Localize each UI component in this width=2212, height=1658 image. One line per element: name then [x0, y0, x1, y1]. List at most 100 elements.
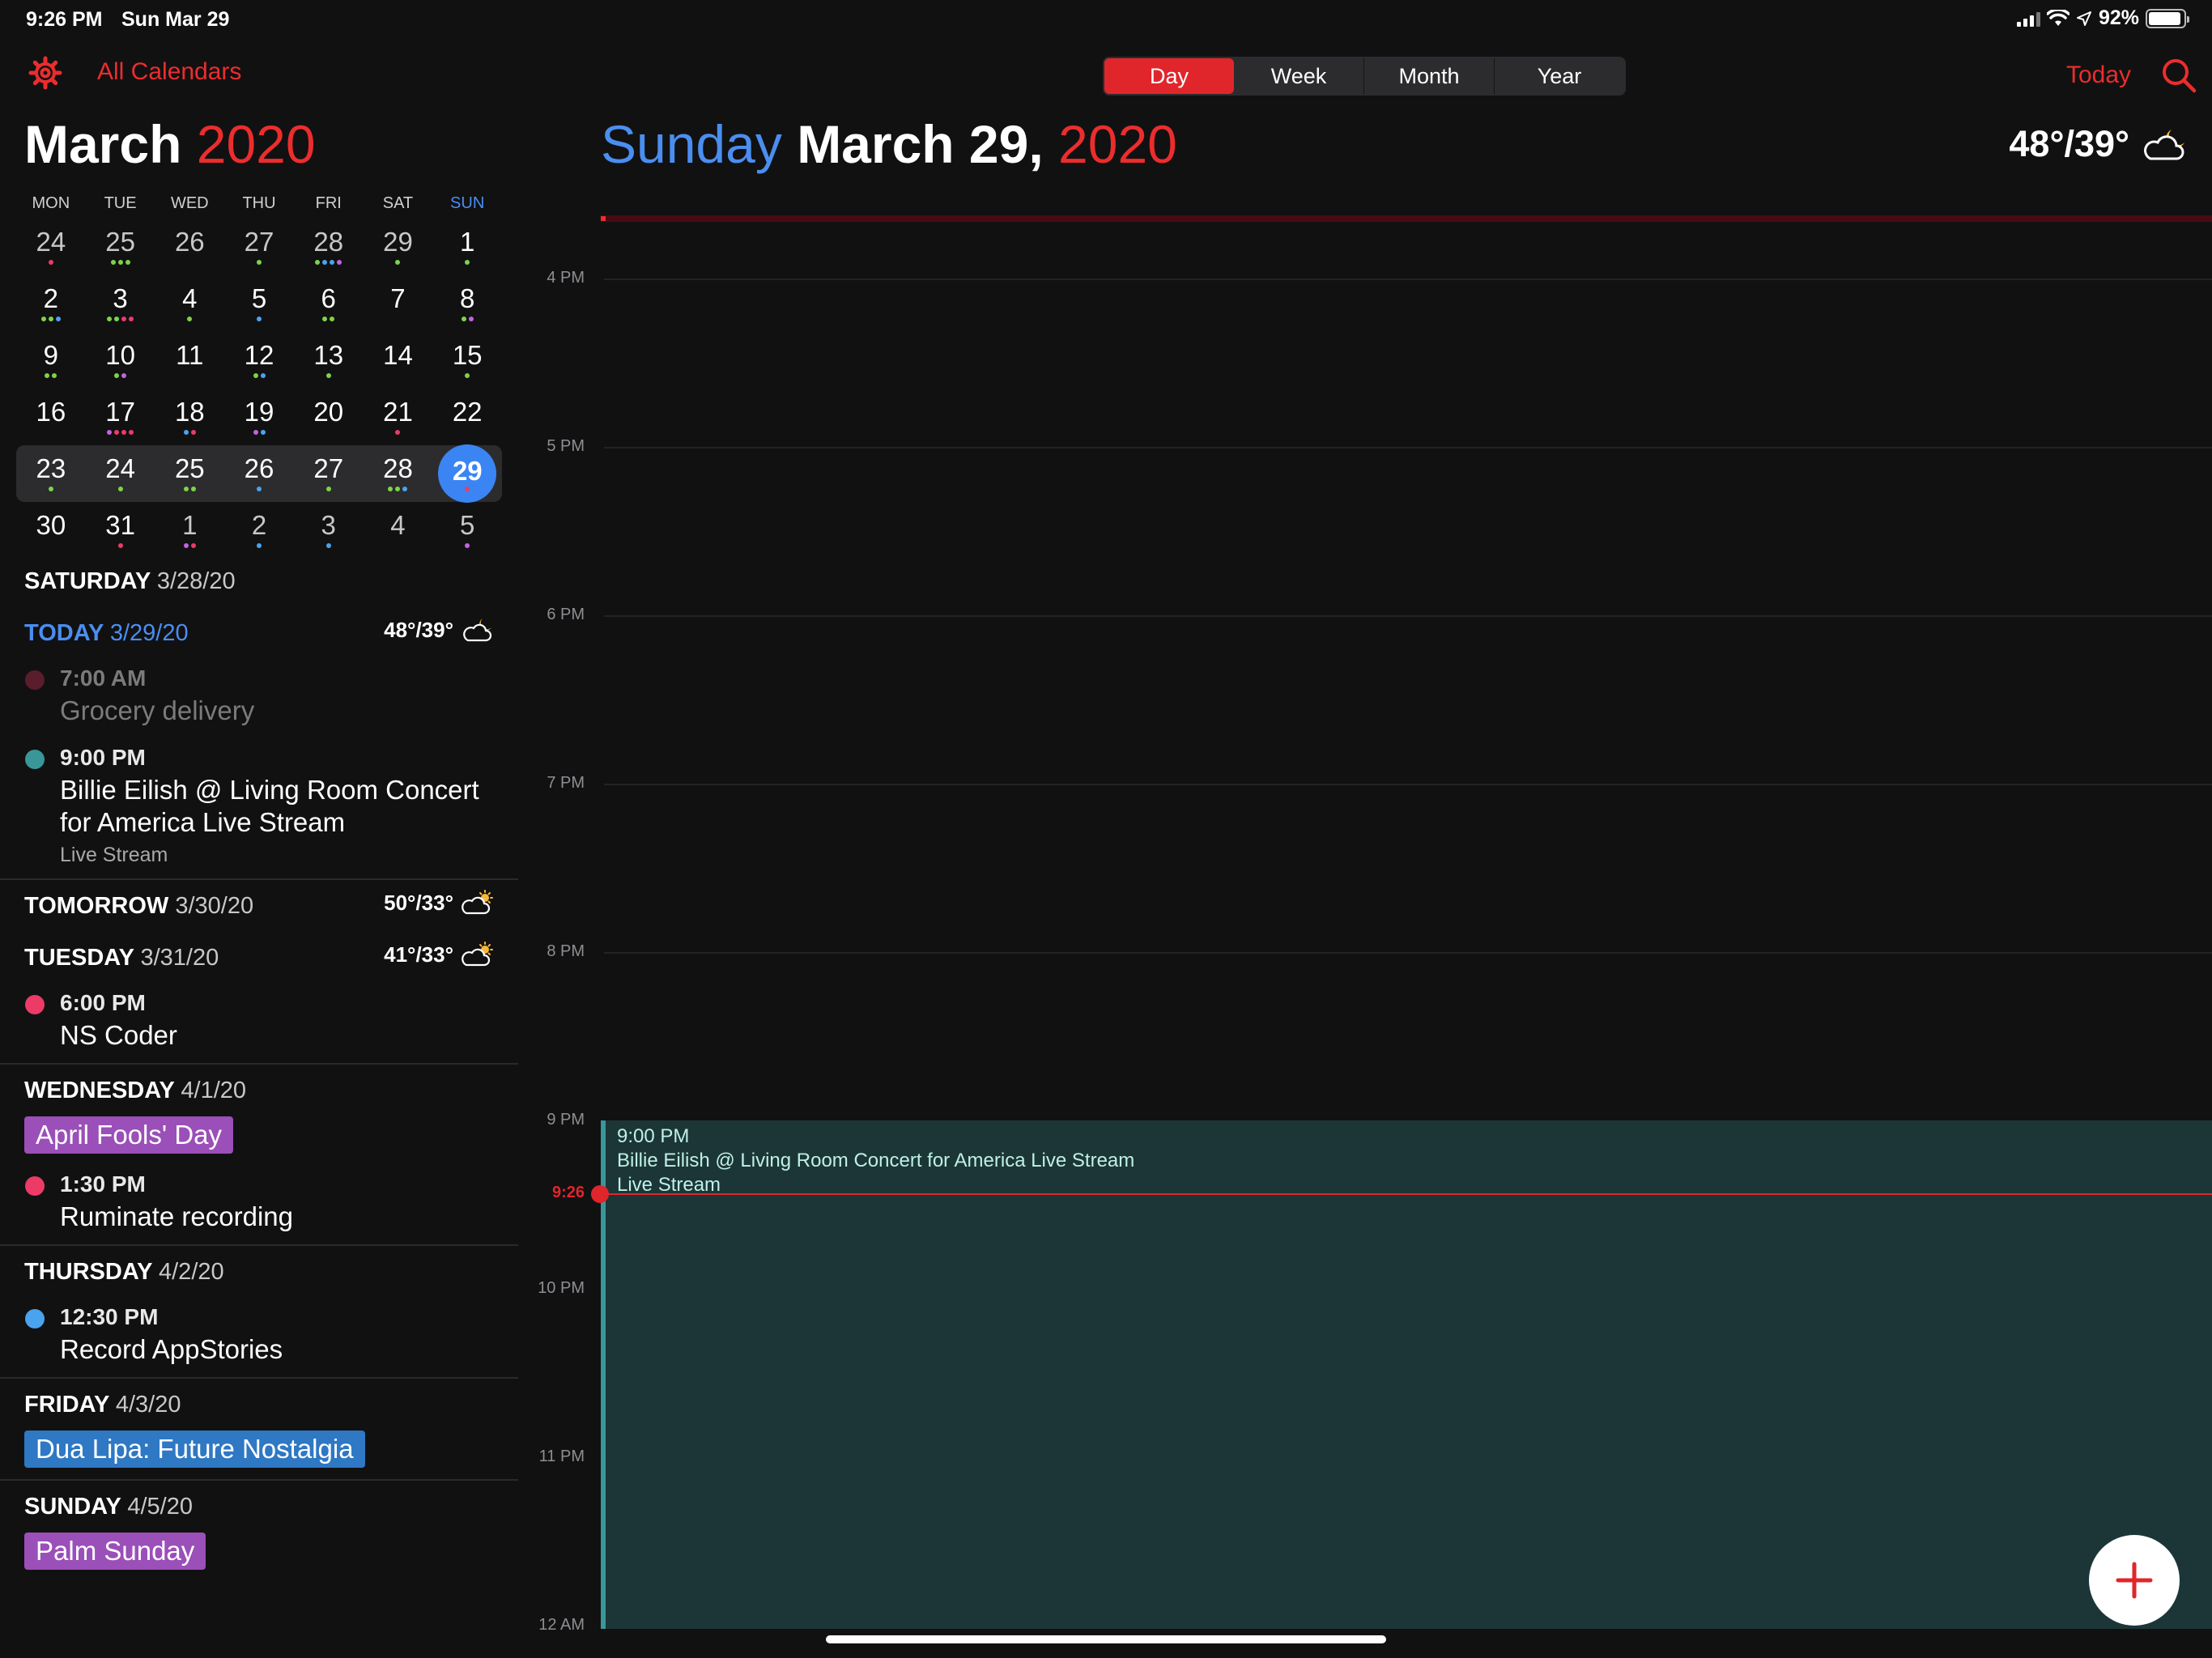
calendar-day[interactable]: 29	[364, 219, 433, 275]
calendar-day[interactable]: 24	[16, 219, 86, 275]
top-toolbar: All Calendars Day Week Month Year Today	[0, 49, 2212, 97]
calendar-day[interactable]: 27	[224, 219, 294, 275]
calendar-day[interactable]: 11	[155, 332, 224, 389]
add-event-button[interactable]	[2089, 1535, 2180, 1626]
event-dot	[121, 373, 127, 378]
event-dots	[86, 260, 155, 265]
calendar-day-number: 22	[452, 397, 483, 427]
hour-row: 5 PM	[518, 437, 2212, 455]
gear-icon[interactable]	[28, 55, 63, 91]
agenda-event[interactable]: 12:30 PM Record AppStories	[0, 1298, 518, 1377]
agenda-event-title: NS Coder	[60, 1020, 177, 1050]
calendar-day[interactable]: 13	[294, 332, 364, 389]
event-dots	[224, 317, 294, 321]
calendar-day-number: 11	[176, 340, 204, 370]
calendar-day-selected[interactable]: 29	[432, 444, 502, 503]
calendar-day[interactable]: 12	[224, 332, 294, 389]
calendar-color-dot	[25, 750, 45, 769]
calendar-day-number: 20	[313, 397, 344, 427]
calendar-day[interactable]: 5	[224, 275, 294, 332]
calendar-day[interactable]: 1	[432, 219, 502, 275]
calendar-day[interactable]: 27	[294, 445, 364, 502]
agenda-day-label: WEDNESDAY	[24, 1078, 175, 1103]
agenda-day-date: 4/1/20	[181, 1078, 247, 1103]
event-dot	[253, 373, 258, 378]
calendar-week-row: 16 17 18 19 20 21 22	[16, 389, 502, 445]
calendar-day[interactable]: 28	[364, 445, 433, 502]
calendar-day[interactable]: 14	[364, 332, 433, 389]
event-dots	[364, 260, 433, 265]
event-dot	[325, 373, 331, 378]
event-dots	[364, 430, 433, 435]
calendar-day[interactable]: 4	[155, 275, 224, 332]
battery-icon	[2146, 8, 2189, 28]
all-day-event[interactable]: Dua Lipa: Future Nostalgia	[24, 1431, 365, 1468]
all-day-event-strip[interactable]	[601, 215, 2212, 222]
agenda-day-name: TOMORROW 3/30/20	[24, 893, 253, 920]
agenda-day-date: 3/28/20	[156, 568, 236, 594]
tab-year[interactable]: Year	[1495, 58, 1624, 94]
calendar-day[interactable]: 18	[155, 389, 224, 445]
calendar-day[interactable]: 7	[364, 275, 433, 332]
calendar-day[interactable]: 20	[294, 389, 364, 445]
event-dot	[190, 543, 196, 548]
event-dot	[117, 543, 123, 548]
calendar-day-number: 3	[321, 510, 336, 540]
tab-week[interactable]: Week	[1234, 58, 1364, 94]
mini-calendar-title: March 2020	[24, 113, 316, 175]
event-dots	[86, 487, 155, 491]
calendar-day[interactable]: 19	[224, 389, 294, 445]
calendar-day[interactable]: 9	[16, 332, 86, 389]
calendar-day[interactable]: 22	[432, 389, 502, 445]
calendar-day[interactable]: 21	[364, 389, 433, 445]
calendar-day[interactable]: 16	[16, 389, 86, 445]
day-event-block[interactable]: 9:00 PM Billie Eilish @ Living Room Conc…	[601, 1120, 2212, 1629]
calendar-day-number: 8	[459, 283, 475, 313]
event-dot	[187, 317, 193, 321]
today-button[interactable]: Today	[2066, 62, 2131, 89]
event-dots	[16, 373, 86, 378]
tab-month[interactable]: Month	[1364, 58, 1495, 94]
calendar-day[interactable]: 8	[432, 275, 502, 332]
agenda-weather: 48°/39°	[384, 617, 494, 643]
agenda-event[interactable]: 6:00 PM NS Coder	[0, 984, 518, 1063]
calendar-day[interactable]: 30	[16, 502, 86, 559]
all-day-event[interactable]: April Fools' Day	[24, 1116, 234, 1154]
calendar-day[interactable]: 2	[16, 275, 86, 332]
calendar-day[interactable]: 10	[86, 332, 155, 389]
calendar-day[interactable]: 26	[155, 219, 224, 275]
calendar-day[interactable]: 17	[86, 389, 155, 445]
calendar-day[interactable]: 26	[224, 445, 294, 502]
agenda-day-label: TODAY	[24, 620, 104, 646]
calendar-day-number: 29	[438, 444, 497, 503]
calendar-day[interactable]: 15	[432, 332, 502, 389]
calendar-day[interactable]: 28	[294, 219, 364, 275]
agenda-event[interactable]: 7:00 AM Grocery delivery	[0, 659, 518, 738]
agenda-event[interactable]: 9:00 PM Billie Eilish @ Living Room Conce…	[0, 738, 518, 878]
tab-day[interactable]: Day	[1104, 58, 1234, 94]
all-day-event-row: April Fools' Day	[0, 1116, 518, 1165]
search-icon[interactable]	[2160, 57, 2197, 94]
event-dots	[432, 260, 502, 265]
calendar-day[interactable]: 25	[86, 219, 155, 275]
calendar-day[interactable]: 6	[294, 275, 364, 332]
event-dots	[86, 430, 155, 435]
home-indicator[interactable]	[826, 1635, 1386, 1643]
calendar-day[interactable]: 2	[224, 502, 294, 559]
calendar-day[interactable]: 24	[86, 445, 155, 502]
calendar-day[interactable]: 23	[16, 445, 86, 502]
event-dot	[110, 260, 116, 265]
calendar-day[interactable]: 3	[294, 502, 364, 559]
calendar-day[interactable]: 25	[155, 445, 224, 502]
calendar-day[interactable]: 31	[86, 502, 155, 559]
calendar-day[interactable]: 5	[432, 502, 502, 559]
all-calendars-button[interactable]: All Calendars	[97, 58, 241, 86]
calendar-day[interactable]: 1	[155, 502, 224, 559]
calendar-day[interactable]: 3	[86, 275, 155, 332]
view-mode-segmented-control: Day Week Month Year	[1103, 57, 1626, 96]
event-dot	[40, 317, 46, 321]
all-day-event[interactable]: Palm Sunday	[24, 1533, 206, 1570]
agenda-event[interactable]: 1:30 PM Ruminate recording	[0, 1165, 518, 1244]
agenda-day-name: TODAY 3/29/20	[24, 620, 189, 647]
calendar-day[interactable]: 4	[364, 502, 433, 559]
